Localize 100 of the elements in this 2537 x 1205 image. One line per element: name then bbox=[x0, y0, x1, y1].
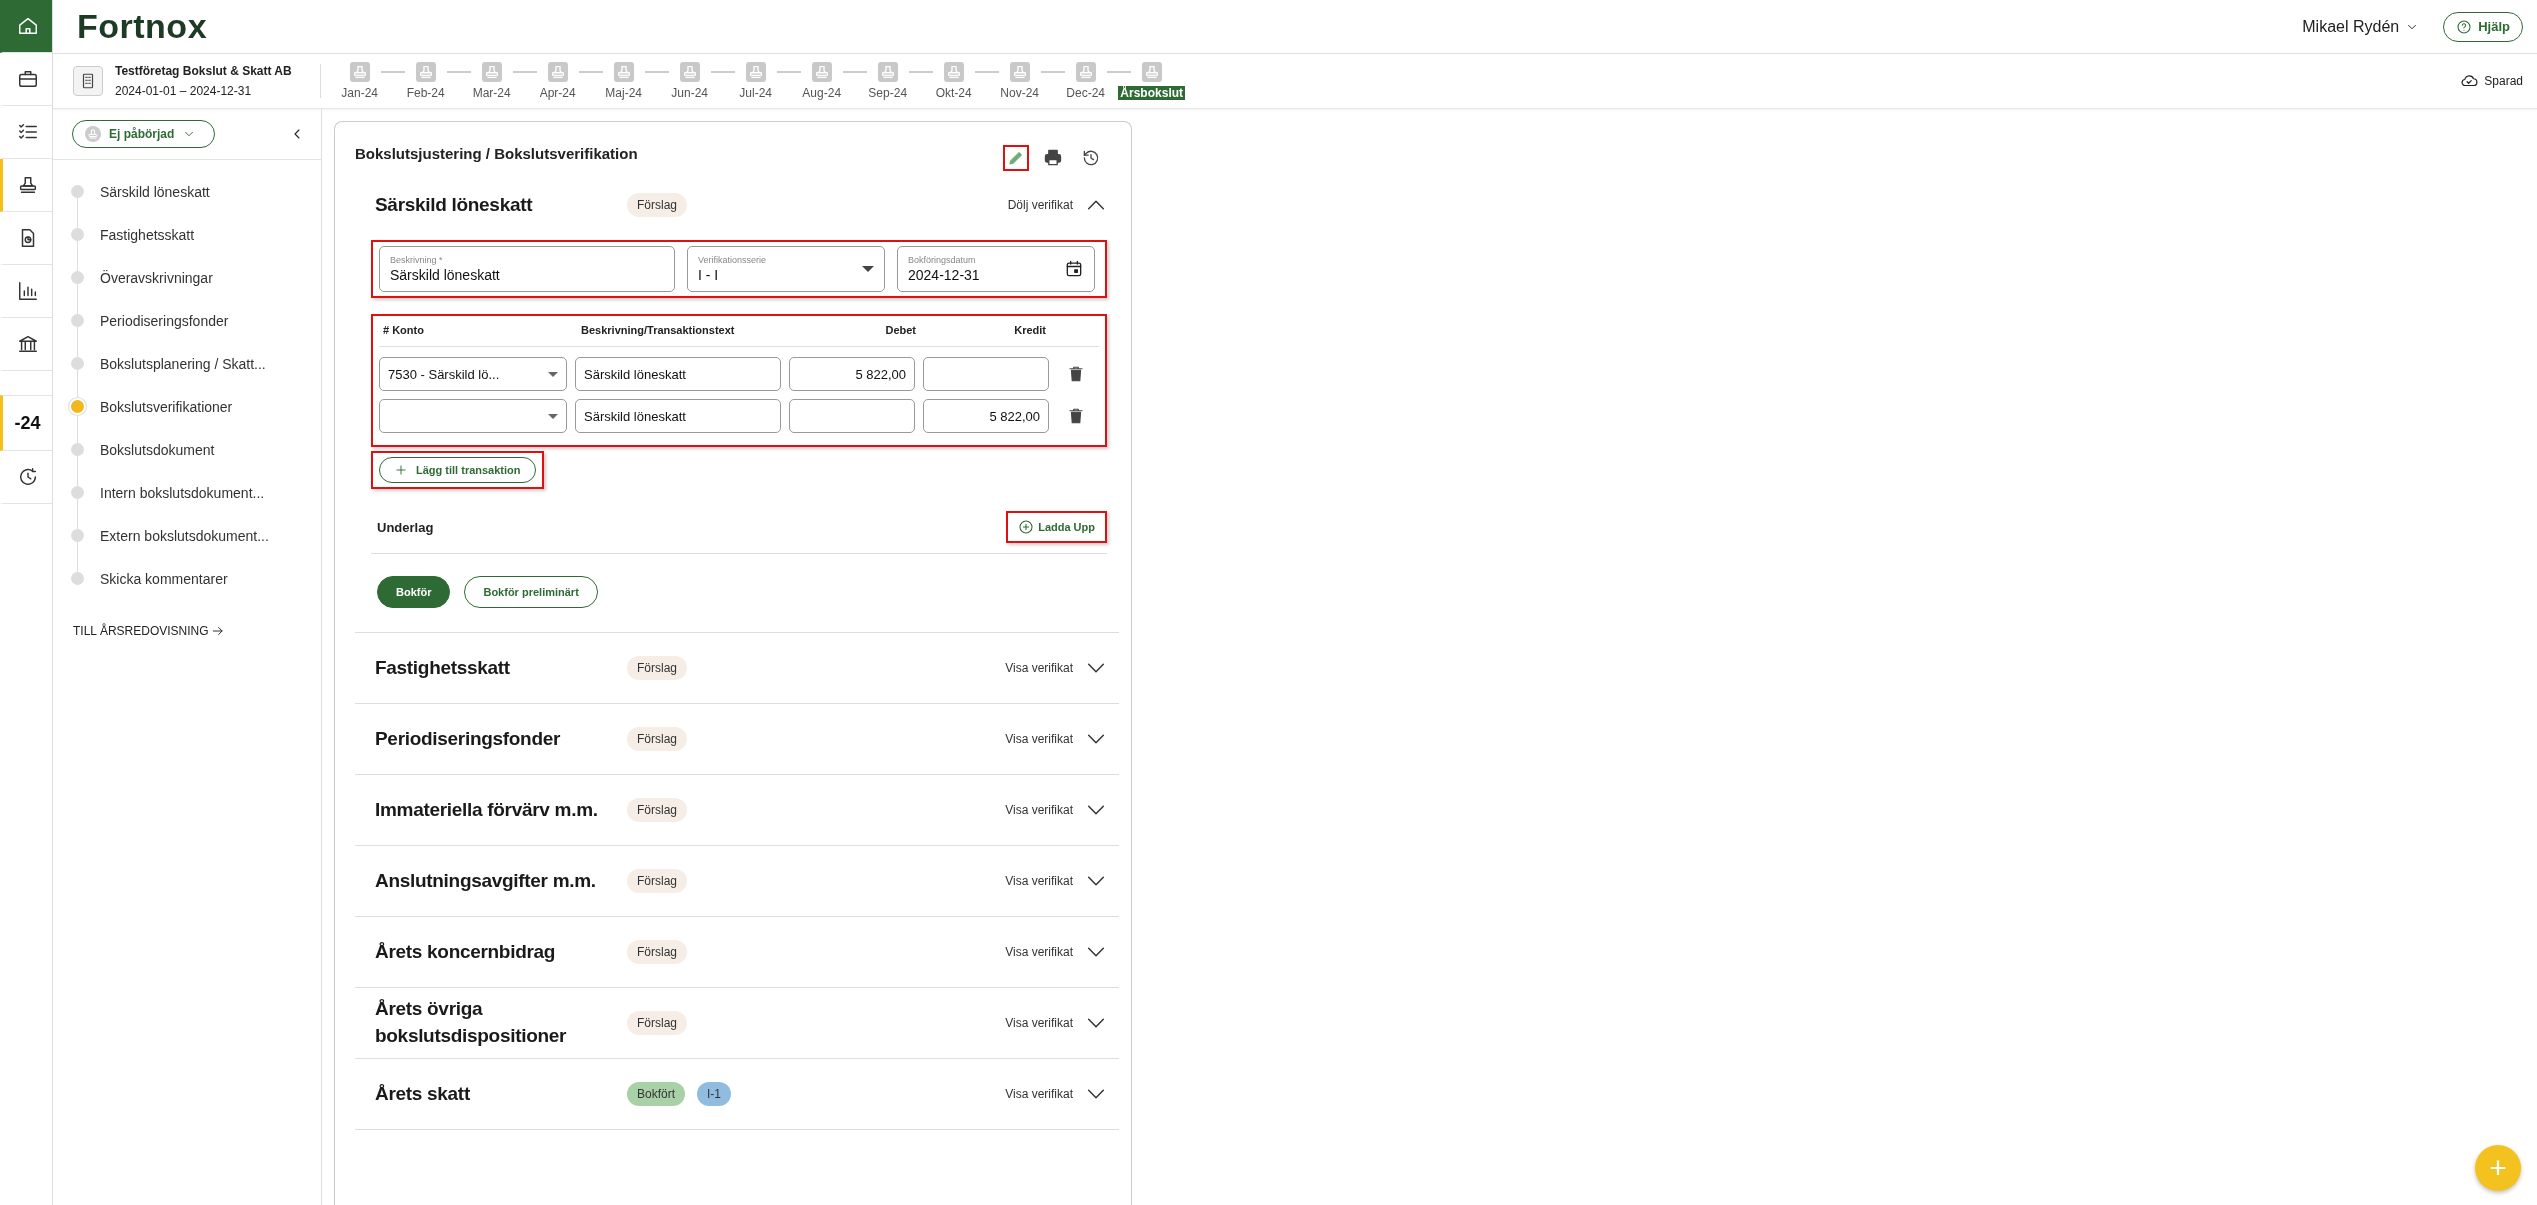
period-tab[interactable]: Aug-24 bbox=[800, 86, 844, 100]
nav-tab[interactable] bbox=[0, 159, 52, 212]
status-tag: Förslag bbox=[627, 193, 687, 217]
period-tab[interactable]: Årsbokslut bbox=[1118, 86, 1186, 100]
help-button[interactable]: Hjälp bbox=[2443, 11, 2523, 42]
nav-item[interactable]: Fastighetsskatt bbox=[100, 226, 195, 243]
help-icon bbox=[2456, 18, 2473, 35]
status-tag: I-1 bbox=[697, 1082, 732, 1106]
upload-button[interactable]: Ladda Upp bbox=[1014, 517, 1099, 537]
fiscal-period: 2024-01-01 – 2024-12-31 bbox=[115, 84, 253, 98]
period-tab[interactable]: Mar-24 bbox=[470, 86, 513, 100]
stamp-icon bbox=[85, 126, 101, 142]
account-dropdown[interactable]: 7530 - Särskild lö... bbox=[379, 357, 567, 391]
toggle-button[interactable]: Dölj verifikat bbox=[1007, 194, 1107, 216]
debit-field[interactable]: 5 822,00 bbox=[789, 357, 915, 391]
year-tab[interactable]: -24 bbox=[0, 395, 52, 451]
section-title: Periodiseringsfonder bbox=[375, 726, 562, 751]
period-tab[interactable]: Apr-24 bbox=[537, 86, 578, 100]
bank-icon bbox=[16, 333, 39, 355]
date-field[interactable]: Bokföringsdatum 2024-12-31 bbox=[897, 246, 1095, 292]
status-tag: Förslag bbox=[627, 727, 687, 751]
period-tab[interactable]: Maj-24 bbox=[603, 86, 645, 100]
annual-report-link[interactable]: TILL ÅRSREDOVISNING bbox=[73, 624, 225, 638]
edit-button[interactable] bbox=[1005, 147, 1027, 169]
stamp-icon bbox=[745, 62, 766, 82]
column-header: # Konto bbox=[383, 324, 425, 336]
credit-field[interactable]: 5 822,00 bbox=[923, 399, 1049, 433]
section-label: Underlag bbox=[377, 519, 434, 535]
add-transaction-button[interactable]: Lägg till transaktion bbox=[379, 457, 536, 483]
caret-icon bbox=[548, 371, 558, 377]
history-icon bbox=[1081, 148, 1101, 168]
nav-item[interactable]: Intern bokslutsdokument... bbox=[100, 484, 265, 501]
add-circle-icon bbox=[1018, 519, 1035, 535]
status-tag: Förslag bbox=[627, 656, 687, 680]
nav-item[interactable]: Bokslutsplanering / Skatt... bbox=[100, 355, 266, 372]
toggle-button[interactable]: Visa verifikat bbox=[1005, 1083, 1107, 1105]
section-title: Särskild löneskatt bbox=[375, 192, 534, 217]
printer-icon bbox=[1043, 148, 1063, 168]
column-header: Kredit bbox=[1013, 324, 1046, 336]
nav-item[interactable]: Bokslutsdokument bbox=[100, 441, 215, 458]
section-title: Årets skatt bbox=[375, 1081, 471, 1106]
status-tag: Förslag bbox=[627, 798, 687, 822]
column-header: Debet bbox=[884, 324, 917, 336]
toggle-button[interactable]: Visa verifikat bbox=[1005, 657, 1107, 679]
stamp-icon bbox=[481, 62, 502, 82]
nav-item[interactable]: Periodiseringsfonder bbox=[100, 312, 229, 329]
section-title: Anslutningsavgifter m.m. bbox=[375, 868, 597, 893]
input-field[interactable]: Särskild löneskatt bbox=[575, 399, 781, 433]
post-button[interactable]: Bokför bbox=[377, 576, 451, 608]
briefcase-icon bbox=[16, 68, 39, 90]
section-title: Fastighetsskatt bbox=[375, 655, 511, 680]
stamp-icon bbox=[943, 62, 964, 82]
column-header: Beskrivning/Transaktionstext bbox=[580, 324, 736, 336]
period-tab[interactable]: Jan-24 bbox=[339, 86, 381, 100]
logo: Fortnox bbox=[77, 7, 208, 46]
period-tab[interactable]: Jul-24 bbox=[737, 86, 775, 100]
nav-item[interactable]: Extern bokslutsdokument... bbox=[100, 527, 269, 544]
period-tab[interactable]: Feb-24 bbox=[404, 86, 447, 100]
caret-icon bbox=[862, 266, 874, 272]
nav-tab[interactable] bbox=[0, 0, 52, 53]
period-tab[interactable]: Dec-24 bbox=[1064, 86, 1108, 100]
account-dropdown[interactable] bbox=[379, 399, 567, 433]
toggle-button[interactable]: Visa verifikat bbox=[1005, 941, 1107, 963]
calendar-icon bbox=[1064, 259, 1084, 279]
home-icon bbox=[16, 15, 39, 37]
save-status: Sparad bbox=[2484, 74, 2523, 88]
user-menu[interactable]: Mikael Rydén bbox=[2296, 16, 2426, 37]
section-title: Immateriella förvärv m.m. bbox=[375, 797, 599, 822]
description-field[interactable]: Beskrivning * Särskild löneskatt bbox=[379, 246, 675, 292]
period-tab[interactable]: Sep-24 bbox=[866, 86, 910, 100]
nav-item[interactable]: Överavskrivningar bbox=[100, 269, 213, 286]
nav-item[interactable]: Bokslutsverifikationer bbox=[100, 398, 233, 415]
stamp-icon bbox=[1141, 62, 1162, 82]
stamp-icon bbox=[415, 62, 436, 82]
status-dropdown[interactable]: Ej påbörjad bbox=[72, 120, 216, 148]
delete-icon bbox=[1067, 365, 1085, 383]
stamp-icon bbox=[613, 62, 634, 82]
credit-field[interactable] bbox=[923, 357, 1049, 391]
toggle-button[interactable]: Visa verifikat bbox=[1005, 870, 1107, 892]
nav-item[interactable]: Särskild löneskatt bbox=[100, 183, 210, 200]
debit-field[interactable] bbox=[789, 399, 915, 433]
period-tab[interactable]: Jun-24 bbox=[669, 86, 711, 100]
delete-icon bbox=[1067, 407, 1085, 425]
toggle-button[interactable]: Visa verifikat bbox=[1005, 728, 1107, 750]
toggle-button[interactable]: Visa verifikat bbox=[1005, 1012, 1107, 1034]
toggle-button[interactable]: Visa verifikat bbox=[1005, 799, 1107, 821]
period-tab[interactable]: Okt-24 bbox=[933, 86, 974, 100]
input-field[interactable]: Särskild löneskatt bbox=[575, 357, 781, 391]
stamp-icon bbox=[877, 62, 898, 82]
status-tag: Förslag bbox=[627, 1011, 687, 1035]
status-tag: Förslag bbox=[627, 940, 687, 964]
series-dropdown[interactable]: Verifikationsserie I - I bbox=[687, 246, 885, 292]
period-tab[interactable]: Nov-24 bbox=[998, 86, 1042, 100]
bar-chart-icon bbox=[16, 280, 39, 302]
stamp-icon bbox=[811, 62, 832, 82]
preliminary-post-button[interactable]: Bokför preliminärt bbox=[464, 576, 598, 608]
arrow-right-icon bbox=[210, 624, 225, 638]
nav-item[interactable]: Skicka kommentarer bbox=[100, 570, 228, 587]
status-tag: Bokfört bbox=[627, 1082, 685, 1106]
stamp-icon bbox=[349, 62, 370, 82]
